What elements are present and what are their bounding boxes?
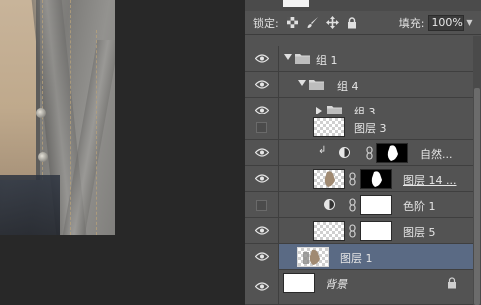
layer-mask-thumbnail	[360, 195, 392, 215]
layer-row-layer-1[interactable]: 图层 1	[245, 244, 473, 270]
link-icon[interactable]	[349, 172, 356, 186]
photo-jacket-image	[0, 0, 115, 235]
layer-name: 色阶 1	[403, 200, 436, 213]
layer-name: 自然...	[420, 148, 453, 161]
visibility-toggle[interactable]	[245, 166, 279, 192]
lock-transparent-pixels-icon[interactable]	[285, 15, 300, 30]
lock-label: 锁定:	[253, 16, 279, 30]
fill-dropdown-icon[interactable]: ▼	[464, 15, 474, 31]
link-icon[interactable]	[366, 146, 373, 160]
layer-row-levels-1[interactable]: 色阶 1	[245, 192, 473, 218]
visibility-toggle[interactable]	[245, 218, 279, 244]
layer-name: 组 4	[337, 80, 359, 93]
eye-icon	[254, 147, 269, 160]
eye-icon	[254, 225, 269, 238]
scrollbar-thumb[interactable]	[474, 88, 480, 305]
layer-row-vibrance[interactable]: ↲ 自然...	[245, 140, 473, 166]
layer-name: 背景	[325, 278, 347, 291]
fill-input[interactable]: 100%	[428, 14, 465, 31]
document-canvas[interactable]	[0, 0, 245, 305]
layer-row-layer-3[interactable]: 图层 3	[245, 114, 473, 140]
link-icon[interactable]	[349, 198, 356, 212]
adjustment-icon	[324, 199, 335, 210]
layer-row-group-4[interactable]: 组 4	[245, 72, 473, 98]
brush-icon[interactable]	[305, 15, 320, 30]
lock-bar: 锁定: 填充: 100% ▼	[245, 11, 481, 35]
layers-scrollbar[interactable]	[473, 36, 481, 305]
layer-name: 图层 14 ...	[403, 174, 457, 187]
hidden-box-icon	[256, 121, 267, 133]
fill-label: 填充:	[398, 16, 425, 30]
clipping-arrow-icon: ↲	[318, 145, 327, 156]
visibility-toggle[interactable]	[245, 114, 279, 140]
layer-name: 图层 5	[403, 226, 436, 239]
folder-icon	[309, 80, 324, 90]
layer-mask-thumbnail	[376, 143, 408, 163]
expand-arrow-icon[interactable]	[298, 80, 306, 86]
lock-icon	[448, 277, 456, 289]
adjustment-icon	[339, 147, 350, 158]
layer-row-background[interactable]: 背景	[245, 270, 473, 305]
layer-thumbnail	[297, 247, 329, 267]
layer-thumbnail	[313, 169, 345, 189]
visibility-toggle[interactable]	[245, 244, 279, 270]
eye-icon	[254, 281, 269, 294]
link-icon[interactable]	[349, 224, 356, 238]
layer-mask-thumbnail	[360, 221, 392, 241]
move-icon[interactable]	[325, 15, 340, 30]
layer-name: 图层 3	[354, 122, 387, 135]
layer-thumbnail	[313, 117, 345, 137]
layer-row-group-1[interactable]: 组 1	[245, 46, 473, 72]
eye-icon	[254, 251, 269, 264]
layer-thumbnail	[313, 221, 345, 241]
layers-panel: 锁定: 填充: 100% ▼ 组 1 组 4 组 3 图层 3 ↲ 自然... …	[245, 0, 481, 305]
layer-name: 图层 1	[340, 252, 373, 265]
folder-icon	[295, 54, 310, 64]
eye-icon	[254, 79, 269, 92]
visibility-toggle[interactable]	[245, 270, 279, 305]
layer-name: 组 1	[316, 54, 338, 67]
eye-icon	[254, 53, 269, 66]
lock-all-icon[interactable]	[345, 15, 360, 30]
expand-arrow-icon[interactable]	[284, 54, 292, 60]
layer-mask-thumbnail	[360, 169, 392, 189]
visibility-toggle[interactable]	[245, 46, 279, 72]
layer-thumbnail	[283, 273, 315, 293]
hidden-box-icon	[256, 199, 267, 211]
visibility-toggle[interactable]	[245, 140, 279, 166]
layer-list: 组 1 组 4 组 3 图层 3 ↲ 自然... 图层 14 ... 色阶 1 …	[245, 36, 473, 305]
eye-icon	[254, 173, 269, 186]
layer-row-layer-14[interactable]: 图层 14 ...	[245, 166, 473, 192]
visibility-toggle[interactable]	[245, 192, 279, 218]
panel-top-strip	[245, 0, 481, 11]
visibility-toggle[interactable]	[245, 72, 279, 98]
layer-row-layer-5[interactable]: 图层 5	[245, 218, 473, 244]
